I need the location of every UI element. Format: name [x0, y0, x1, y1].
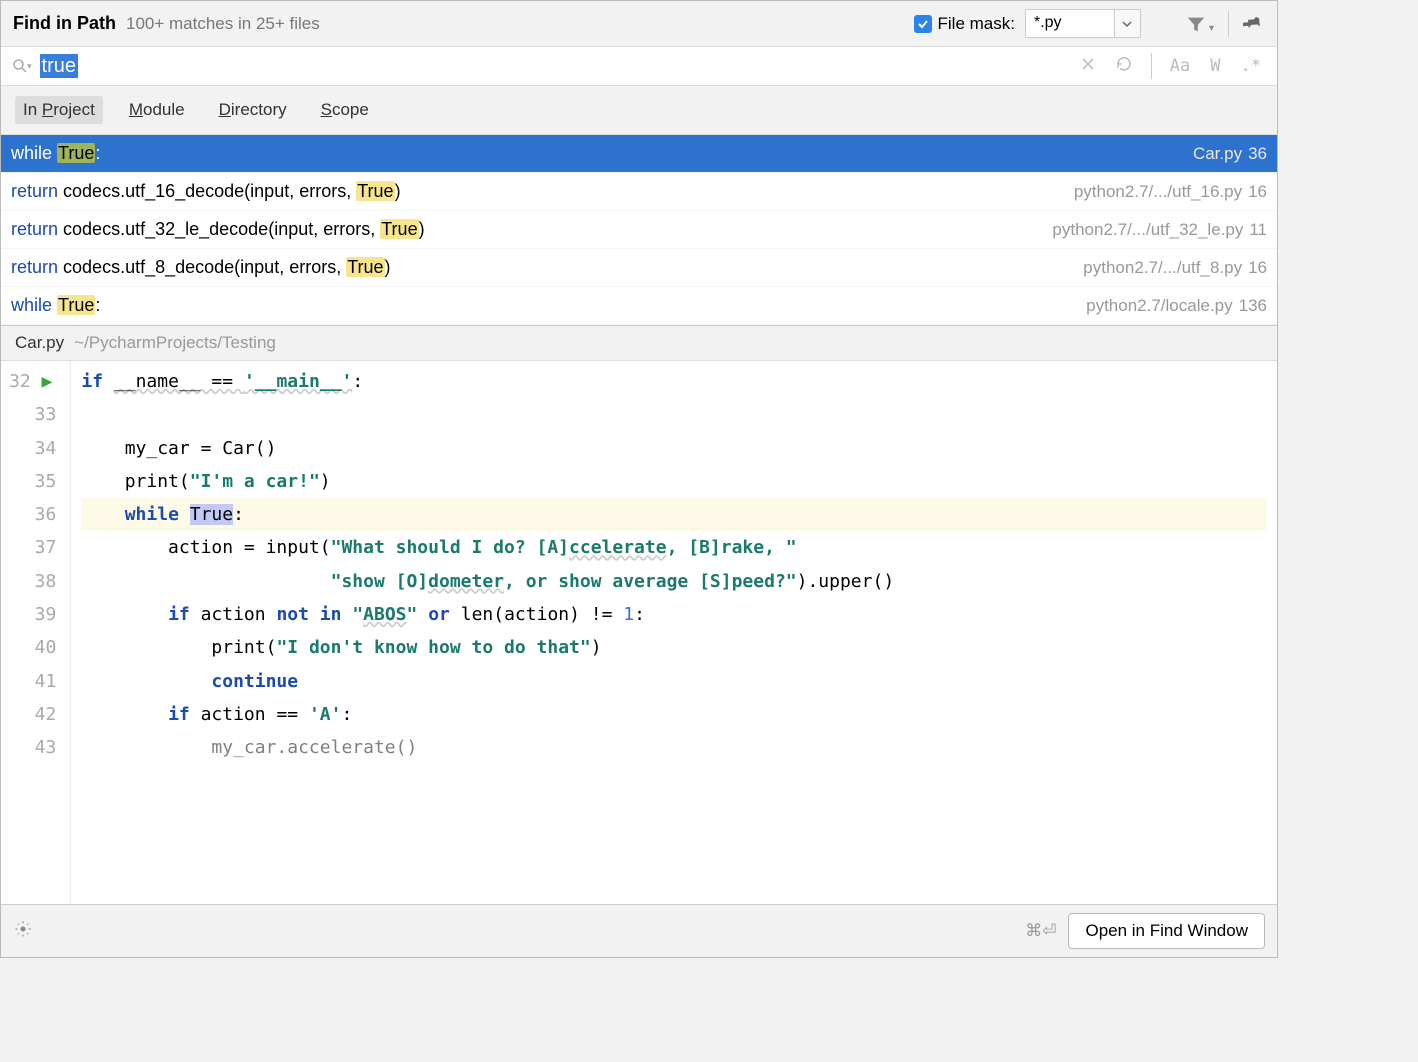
match-count: 100+ matches in 25+ files: [126, 14, 320, 34]
preview-filename: Car.py: [15, 333, 64, 353]
clear-icon[interactable]: [1075, 56, 1101, 76]
filemask-input[interactable]: *.py: [1025, 9, 1115, 38]
filemask-toggle[interactable]: File mask:: [914, 14, 1015, 34]
filemask-checkbox[interactable]: [914, 15, 932, 33]
settings-icon[interactable]: [13, 919, 33, 943]
filemask-label: File mask:: [938, 14, 1015, 34]
pin-icon[interactable]: [1243, 13, 1265, 35]
filemask-combo[interactable]: *.py: [1025, 9, 1141, 38]
tab-in-project[interactable]: In Project: [15, 96, 103, 124]
words-toggle[interactable]: W: [1204, 56, 1226, 76]
open-in-find-window-button[interactable]: Open in Find Window: [1068, 913, 1265, 949]
code-area[interactable]: if __name__ == '__main__': my_car = Car(…: [71, 361, 1277, 904]
dialog-footer: ⌘⏎ Open in Find Window: [1, 904, 1277, 957]
tab-scope[interactable]: Scope: [313, 96, 377, 124]
result-row[interactable]: while True:Car.py36: [1, 135, 1277, 173]
result-row[interactable]: return codecs.utf_16_decode(input, error…: [1, 173, 1277, 211]
tab-directory[interactable]: Directory: [211, 96, 295, 124]
gutter: 32 ▶33 34 35 36 37 38 39 40 41 42 43: [1, 361, 71, 904]
preview-header: Car.py ~/PycharmProjects/Testing: [1, 325, 1277, 361]
result-row[interactable]: while True:python2.7/locale.py136: [1, 287, 1277, 325]
shortcut-hint: ⌘⏎: [1025, 921, 1056, 941]
regex-toggle[interactable]: .*: [1235, 56, 1267, 76]
dialog-title: Find in Path: [13, 13, 116, 34]
history-icon[interactable]: [1109, 55, 1139, 78]
dialog-header: Find in Path 100+ matches in 25+ files F…: [1, 1, 1277, 47]
search-input[interactable]: true: [40, 55, 1067, 78]
search-bar: ▾ true Aa W .*: [1, 47, 1277, 86]
results-list: while True:Car.py36return codecs.utf_16_…: [1, 135, 1277, 325]
search-icon: ▾: [11, 57, 32, 75]
result-row[interactable]: return codecs.utf_32_le_decode(input, er…: [1, 211, 1277, 249]
scope-tabs: In Project Module Directory Scope: [1, 86, 1277, 135]
match-case-toggle[interactable]: Aa: [1164, 56, 1196, 76]
preview-filepath: ~/PycharmProjects/Testing: [74, 333, 276, 353]
tab-module[interactable]: Module: [121, 96, 193, 124]
filemask-dropdown[interactable]: [1115, 9, 1141, 38]
preview-editor[interactable]: 32 ▶33 34 35 36 37 38 39 40 41 42 43 if …: [1, 361, 1277, 904]
result-row[interactable]: return codecs.utf_8_decode(input, errors…: [1, 249, 1277, 287]
filter-icon[interactable]: [1185, 13, 1207, 35]
